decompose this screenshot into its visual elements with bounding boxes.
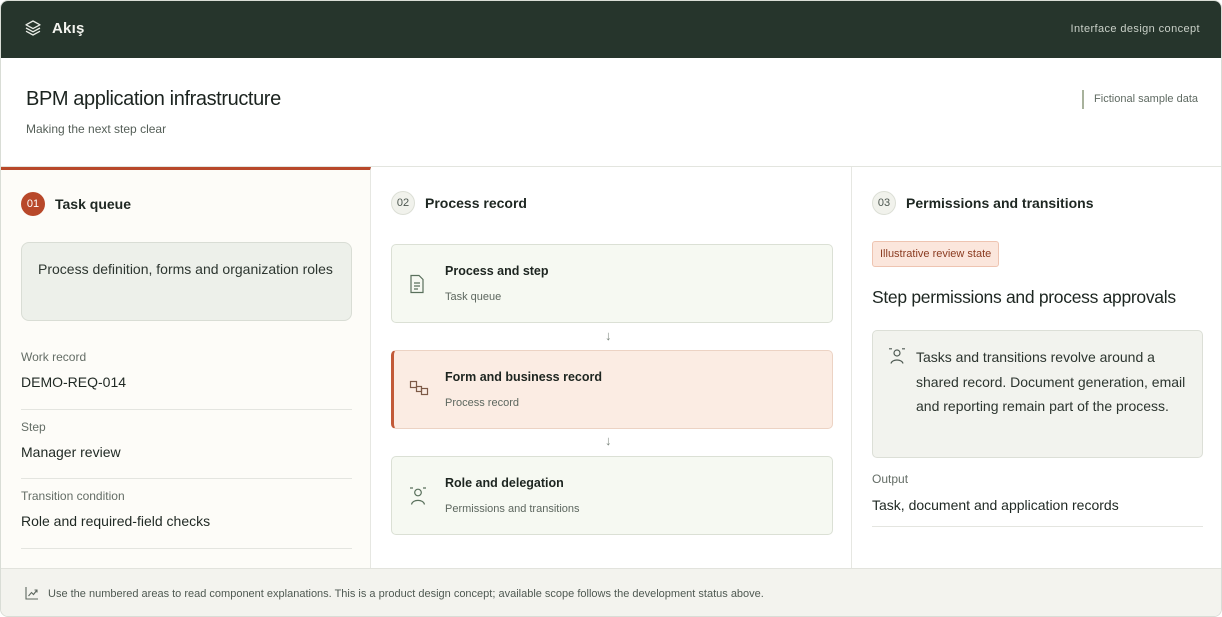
section-title: Process record	[425, 195, 527, 211]
tagline: Interface design concept	[1070, 23, 1200, 35]
field-label: Transition condition	[21, 489, 125, 503]
section-number-03: 03	[872, 191, 896, 215]
output-label: Output	[872, 472, 909, 486]
brand[interactable]: Akış	[24, 19, 85, 37]
task-queue-header[interactable]: 01 Task queue	[21, 192, 131, 216]
field-value: Manager review	[21, 444, 121, 460]
section-number-01: 01	[21, 192, 45, 216]
section-title: Task queue	[55, 196, 131, 212]
card-subtitle: Permissions and transitions	[445, 503, 580, 515]
section-number-02: 02	[391, 191, 415, 215]
footer-bar: Use the numbered areas to read component…	[1, 568, 1221, 616]
app-window: Akış Interface design concept BPM applic…	[0, 0, 1222, 617]
status-badge: Illustrative review state	[872, 241, 1000, 267]
brand-name: Akış	[52, 19, 85, 37]
field-value: DEMO-REQ-014	[21, 374, 127, 390]
output-value: Task, document and application records	[872, 497, 1119, 513]
arrow-down-icon: ↓	[605, 433, 612, 448]
page-subtitle: Making the next step clear	[26, 122, 167, 136]
user-icon	[888, 347, 906, 370]
permissions-header[interactable]: 03 Permissions and transitions	[872, 191, 1094, 215]
process-callout: Process definition, forms and organizati…	[21, 242, 352, 321]
task-queue-panel[interactable]: 01 Task queue Process definition, forms …	[1, 167, 371, 568]
process-record-header[interactable]: 02 Process record	[391, 191, 527, 215]
document-icon	[409, 274, 425, 299]
arrow-down-icon: ↓	[605, 328, 612, 343]
user-icon	[409, 486, 427, 511]
top-bar: Akış Interface design concept	[1, 1, 1221, 58]
layers-icon	[24, 19, 42, 37]
blocks-icon	[409, 380, 429, 401]
trend-chart-icon	[25, 586, 39, 605]
card-title: Role and delegation	[445, 476, 564, 490]
card-process-and-step[interactable]: Process and step Task queue	[391, 244, 833, 323]
field-label: Step	[21, 420, 46, 434]
card-subtitle: Task queue	[445, 291, 502, 303]
footer-text: Use the numbered areas to read component…	[48, 588, 764, 600]
info-box: Tasks and transitions revolve around a s…	[872, 330, 1203, 458]
card-form-and-business-record[interactable]: Form and business record Process record	[391, 350, 833, 429]
sample-data-note: Fictional sample data	[1082, 90, 1198, 109]
field-label: Work record	[21, 350, 87, 364]
field-value: Role and required-field checks	[21, 513, 211, 529]
divider	[872, 526, 1203, 527]
permissions-panel[interactable]: 03 Permissions and transitions Illustrat…	[852, 167, 1221, 568]
permissions-heading: Step permissions and process approvals	[872, 287, 1176, 307]
process-record-panel[interactable]: 02 Process record Process and step Task …	[371, 167, 852, 568]
page-header: BPM application infrastructure Making th…	[1, 58, 1221, 167]
page-title: BPM application infrastructure	[26, 88, 281, 110]
field-step: Step Manager review	[21, 420, 352, 479]
card-title: Form and business record	[445, 370, 602, 384]
card-role-and-delegation[interactable]: Role and delegation Permissions and tran…	[391, 456, 833, 535]
field-work-record: Work record DEMO-REQ-014	[21, 350, 352, 410]
field-transition-condition: Transition condition Role and required-f…	[21, 489, 352, 549]
card-title: Process and step	[445, 264, 549, 278]
info-text: Tasks and transitions revolve around a s…	[916, 349, 1186, 414]
card-subtitle: Process record	[445, 397, 519, 409]
section-title: Permissions and transitions	[906, 195, 1094, 211]
